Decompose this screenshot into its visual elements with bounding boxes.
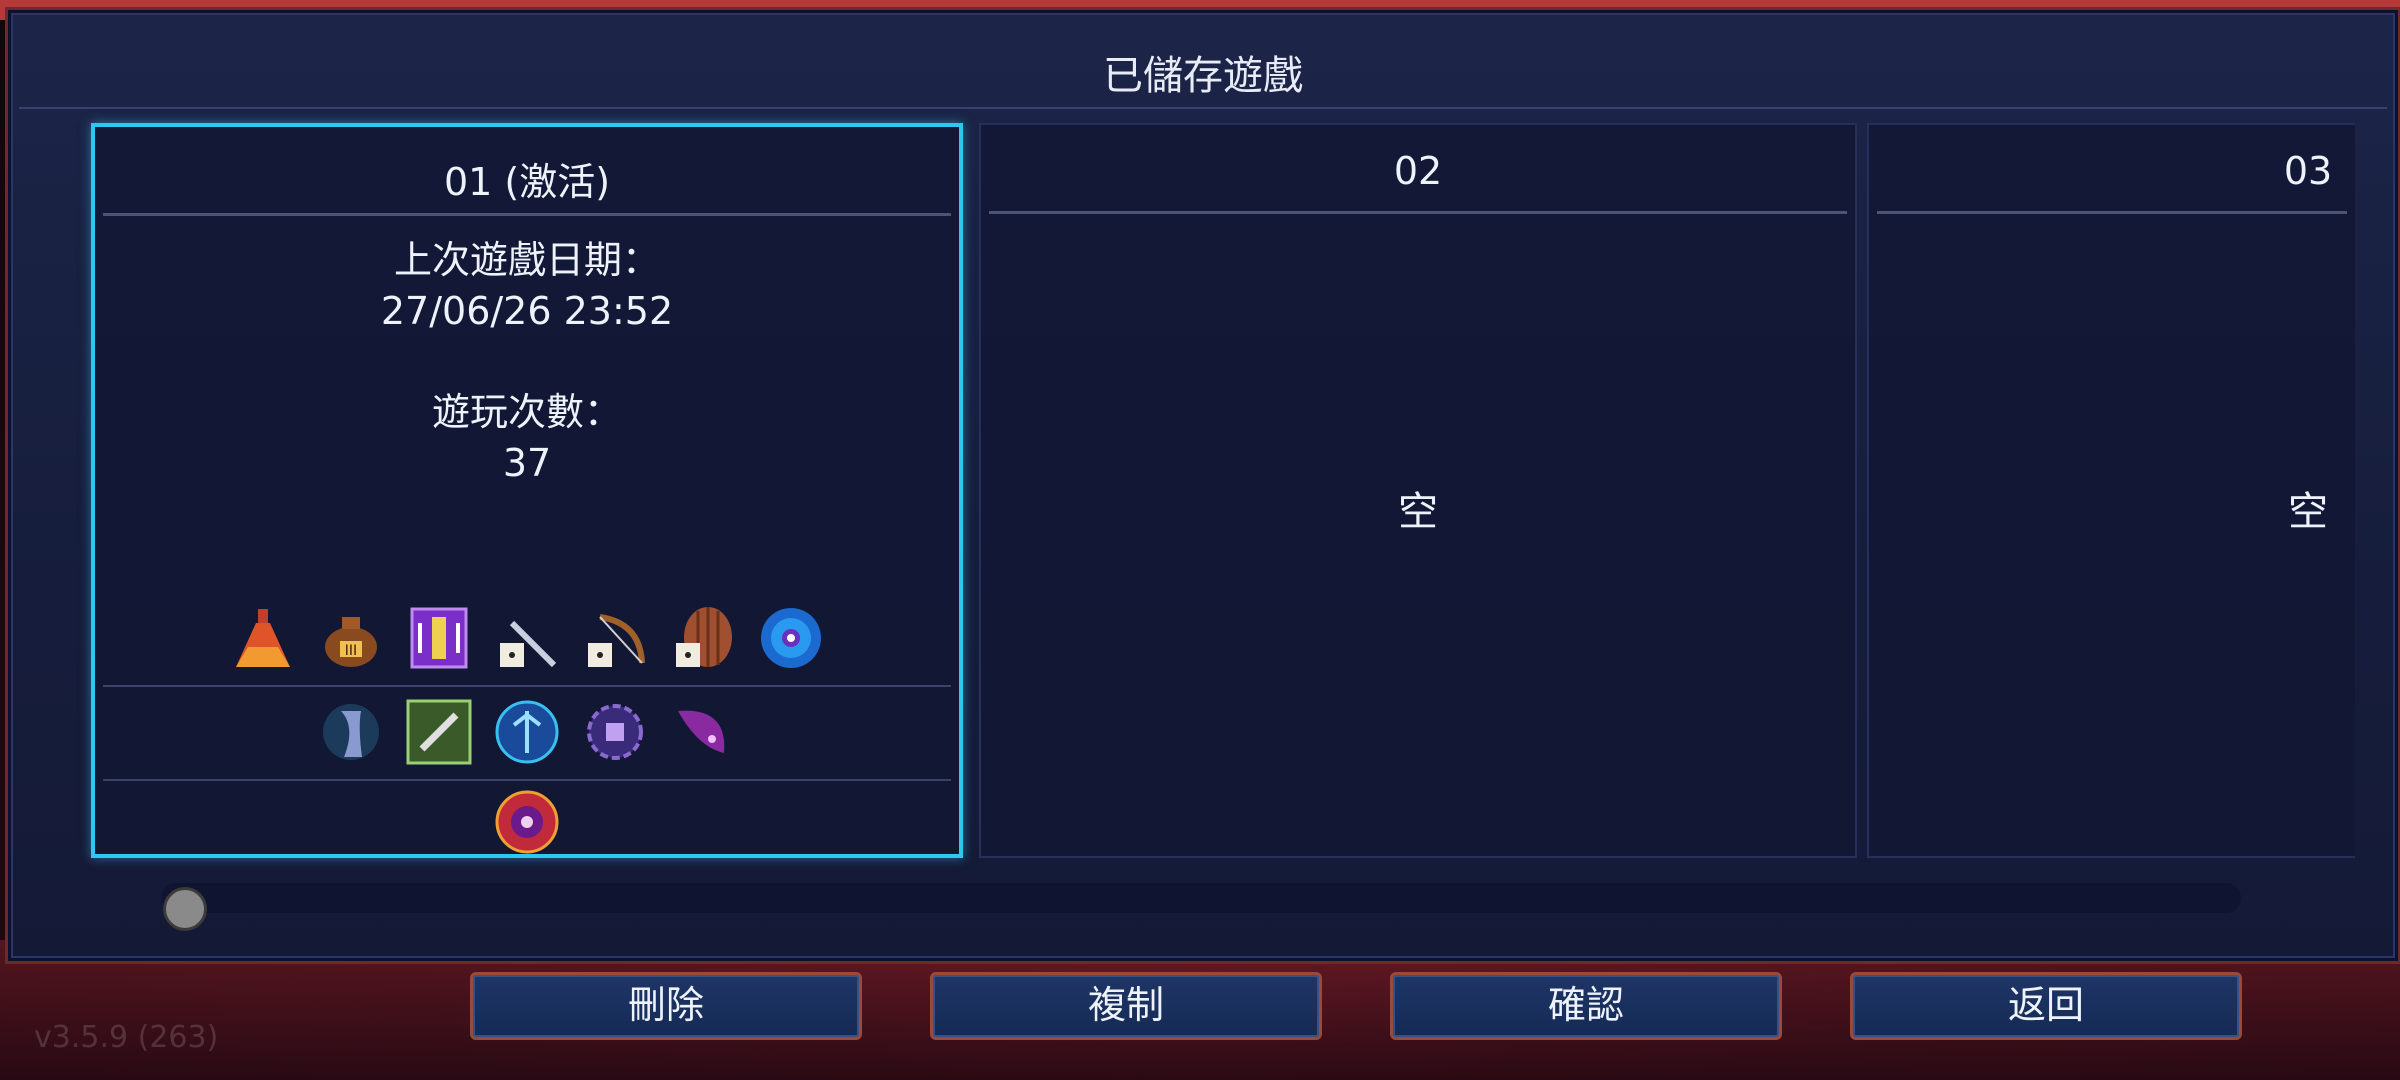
potion-flask-icon [228, 603, 298, 673]
play-count-value: 37 [502, 441, 552, 485]
slot-scrollbar-track[interactable] [161, 883, 2241, 913]
slot-scrollbar-thumb[interactable] [163, 887, 207, 931]
svg-text:III: III [345, 643, 357, 659]
slot-header-divider [989, 211, 1847, 214]
gold-sack-icon: III [316, 603, 386, 673]
dice-shield-icon [668, 603, 738, 673]
slot-header: 03 [2283, 149, 2333, 193]
magenta-feather-icon [668, 697, 738, 767]
version-label: v3.5.9 (263) [34, 1020, 219, 1055]
delete-button[interactable]: 刪除 [470, 972, 862, 1040]
empty-slot-label: 空 [1398, 489, 1438, 535]
save-slot-02[interactable]: 02 空 [979, 123, 1857, 858]
wrench-skill-icon [404, 697, 474, 767]
play-count-label: 遊玩次數： [431, 390, 622, 434]
save-slot-03[interactable]: 03 空 [1867, 123, 2355, 858]
phantom-cloak-icon [316, 697, 386, 767]
dialog-title: 已儲存遊戲 [1103, 53, 1303, 99]
blue-orb-icon [756, 603, 826, 673]
confirm-button[interactable]: 確認 [1390, 972, 1782, 1040]
purple-gear-icon [580, 697, 650, 767]
title-divider [19, 107, 2387, 109]
relic-icon-row [95, 787, 959, 857]
slot-header-divider [1877, 211, 2347, 214]
skill-icon-row [95, 697, 959, 767]
blue-rune-icon [492, 697, 562, 767]
save-slot-01[interactable]: 01 (激活) 上次遊戲日期： 27/06/26 23:52 遊玩次數： 37 … [91, 123, 963, 858]
slot-header: 02 [1393, 149, 1443, 193]
item-icon-row: III [95, 603, 959, 673]
last-played-value: 27/06/26 23:52 [380, 289, 674, 333]
red-eye-relic-icon [492, 787, 562, 857]
dice-bow-icon [580, 603, 650, 673]
back-button[interactable]: 返回 [1850, 972, 2242, 1040]
last-played-label: 上次遊戲日期： [393, 238, 660, 282]
swap-card-icon [404, 603, 474, 673]
empty-slot-label: 空 [2288, 489, 2328, 535]
icon-row-divider [103, 685, 951, 687]
dice-sword-icon [492, 603, 562, 673]
saved-games-dialog: 已儲存遊戲 01 (激活) 上次遊戲日期： 27/06/26 23:52 遊玩次… [8, 10, 2398, 961]
copy-button[interactable]: 複制 [930, 972, 1322, 1040]
slot-header: 01 (激活) [443, 160, 611, 204]
slot-header-divider [103, 213, 951, 216]
skill-row-divider [103, 779, 951, 781]
